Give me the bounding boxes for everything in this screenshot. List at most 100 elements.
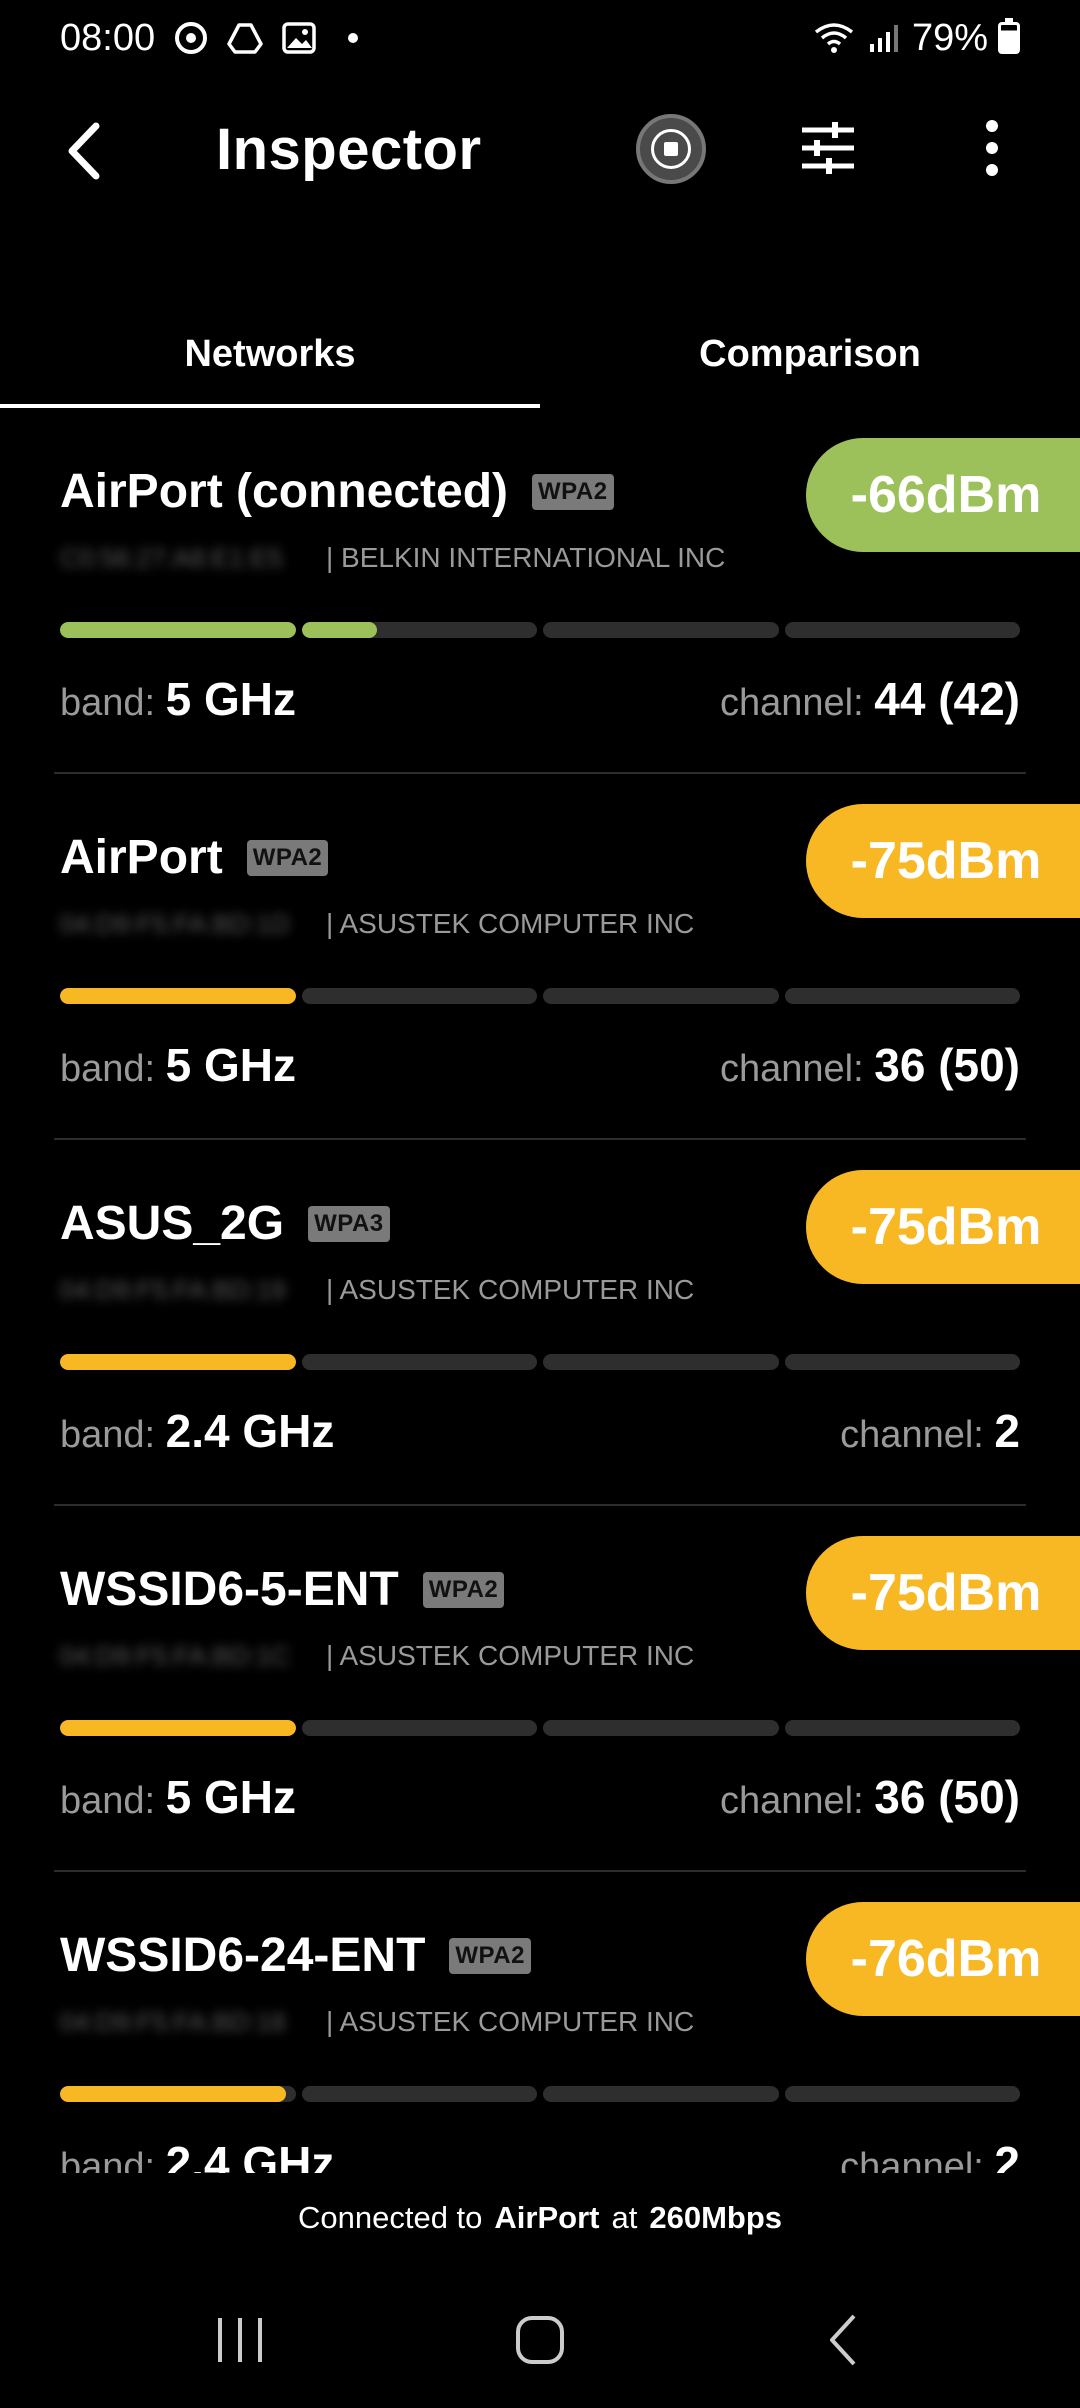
status-time: 08:00 xyxy=(60,16,156,59)
signal-strength-badge: -66dBm xyxy=(806,438,1080,552)
security-badge: WPA2 xyxy=(449,1937,531,1974)
channel-info: channel: 2 xyxy=(840,2136,1020,2173)
list-item[interactable]: AirPort WPA2 04:D9:F5:FA:BD:1D | ASUSTEK… xyxy=(0,774,1080,1140)
band-info: band: 5 GHz xyxy=(60,1770,296,1824)
app-bar: Inspector xyxy=(0,86,1080,216)
list-item[interactable]: ASUS_2G WPA3 04:D9:F5:FA:BD:19 | ASUSTEK… xyxy=(0,1140,1080,1506)
signal-bar xyxy=(60,622,1020,638)
vendor-row: 04:D9:F5:FA:BD:19 | ASUSTEK COMPUTER INC xyxy=(60,1274,694,1306)
ssid-row: AirPort (connected) WPA2 xyxy=(60,464,614,519)
signal-bar xyxy=(60,2086,1020,2102)
connection-speed: 260Mbps xyxy=(649,2200,783,2235)
page-title: Inspector xyxy=(216,117,482,182)
mac-address: C0:56:27:A8:E1:E5 xyxy=(60,543,283,573)
list-item[interactable]: AirPort (connected) WPA2 C0:56:27:A8:E1:… xyxy=(0,408,1080,774)
signal-segment xyxy=(60,1720,296,1736)
signal-segment xyxy=(543,988,779,1004)
list-item[interactable]: WSSID6-5-ENT WPA2 04:D9:F5:FA:BD:1C | AS… xyxy=(0,1506,1080,1872)
stop-icon xyxy=(651,129,691,169)
band-value: 5 GHz xyxy=(165,1771,297,1823)
signal-segment xyxy=(301,988,537,1004)
channel-label: channel: xyxy=(840,1414,984,1456)
channel-label: channel: xyxy=(720,682,864,724)
mac-address: 04:D9:F5:FA:BD:1D xyxy=(60,909,290,939)
status-right: 79% xyxy=(812,17,1020,60)
tab-networks[interactable]: Networks xyxy=(0,300,540,408)
connection-middle: at xyxy=(611,2200,638,2235)
band-info: band: 2.4 GHz xyxy=(60,2136,334,2173)
vendor-row: 04:D9:F5:FA:BD:18 | ASUSTEK COMPUTER INC xyxy=(60,2006,694,2038)
signal-segment xyxy=(784,1354,1020,1370)
signal-segment xyxy=(60,988,296,1004)
signal-segment xyxy=(543,2086,779,2102)
battery-percent: 79% xyxy=(911,16,988,59)
signal-segment xyxy=(60,1354,296,1370)
signal-segment xyxy=(784,1720,1020,1736)
security-badge: WPA3 xyxy=(308,1205,390,1242)
stop-scan-button[interactable] xyxy=(636,114,706,184)
channel-info: channel: 36 (50) xyxy=(720,1038,1020,1092)
signal-segment xyxy=(543,1720,779,1736)
channel-value: 36 (50) xyxy=(874,1039,1020,1091)
channel-value: 36 (50) xyxy=(874,1771,1020,1823)
tune-icon[interactable] xyxy=(796,116,860,180)
network-ssid: WSSID6-24-ENT xyxy=(60,1929,426,1982)
sync-icon xyxy=(175,22,208,54)
network-ssid: ASUS_2G xyxy=(60,1197,285,1250)
battery-icon xyxy=(998,18,1020,54)
mac-address: 04:D9:F5:FA:BD:19 xyxy=(60,1275,286,1305)
wifi-icon xyxy=(814,23,854,53)
tab-bar: Networks Comparison xyxy=(0,300,1080,408)
signal-segment xyxy=(301,1354,537,1370)
band-value: 5 GHz xyxy=(165,1039,297,1091)
ssid-row: ASUS_2G WPA3 xyxy=(60,1196,390,1251)
dot-icon xyxy=(348,33,359,43)
tab-comparison[interactable]: Comparison xyxy=(540,300,1080,408)
channel-info: channel: 36 (50) xyxy=(720,1770,1020,1824)
band-info: band: 5 GHz xyxy=(60,672,296,726)
connection-prefix: Connected to xyxy=(297,2200,483,2235)
signal-segment xyxy=(60,2086,296,2102)
security-badge: WPA2 xyxy=(246,839,329,876)
signal-segment xyxy=(543,622,779,638)
vendor-name: | ASUSTEK COMPUTER INC xyxy=(326,1640,695,1671)
signal-strength-badge: -75dBm xyxy=(806,1170,1080,1284)
signal-segment xyxy=(784,988,1020,1004)
signal-strength-badge: -75dBm xyxy=(806,1536,1080,1650)
band-value: 2.4 GHz xyxy=(165,1405,335,1457)
channel-label: channel: xyxy=(720,1048,864,1090)
vendor-name: | ASUSTEK COMPUTER INC xyxy=(326,908,695,939)
back-arrow-icon[interactable] xyxy=(52,116,122,186)
signal-segment xyxy=(60,622,296,638)
band-value: 5 GHz xyxy=(165,673,297,725)
channel-info: channel: 44 (42) xyxy=(720,672,1020,726)
signal-segment xyxy=(784,622,1020,638)
home-icon[interactable] xyxy=(500,2300,580,2380)
more-vert-icon[interactable] xyxy=(960,116,1024,180)
network-ssid: AirPort xyxy=(60,831,223,884)
ssid-row: AirPort WPA2 xyxy=(60,830,329,885)
band-info: band: 2.4 GHz xyxy=(60,1404,334,1458)
signal-bar xyxy=(60,988,1020,1004)
signal-segment xyxy=(301,622,537,638)
gallery-icon xyxy=(282,22,316,54)
vendor-name: | ASUSTEK COMPUTER INC xyxy=(326,2006,695,2037)
connection-network: AirPort xyxy=(494,2200,600,2235)
list-item[interactable]: WSSID6-24-ENT WPA2 04:D9:F5:FA:BD:18 | A… xyxy=(0,1872,1080,2173)
system-nav-bar xyxy=(0,2280,1080,2390)
signal-strength-badge: -76dBm xyxy=(806,1902,1080,2016)
vendor-row: C0:56:27:A8:E1:E5 | BELKIN INTERNATIONAL… xyxy=(60,542,725,574)
band-value: 2.4 GHz xyxy=(165,2137,335,2173)
signal-bar xyxy=(60,1720,1020,1736)
ssid-row: WSSID6-5-ENT WPA2 xyxy=(60,1562,505,1617)
recent-apps-icon[interactable] xyxy=(200,2300,280,2380)
mac-address: 04:D9:F5:FA:BD:18 xyxy=(60,2007,286,2037)
drive-icon xyxy=(227,23,263,54)
network-list[interactable]: AirPort (connected) WPA2 C0:56:27:A8:E1:… xyxy=(0,408,1080,2173)
signal-segment xyxy=(784,2086,1020,2102)
channel-label: channel: xyxy=(720,1780,864,1822)
signal-segment xyxy=(301,2086,537,2102)
back-icon[interactable] xyxy=(806,2300,886,2380)
security-badge: WPA2 xyxy=(532,473,614,510)
band-label: band: xyxy=(60,1048,156,1090)
